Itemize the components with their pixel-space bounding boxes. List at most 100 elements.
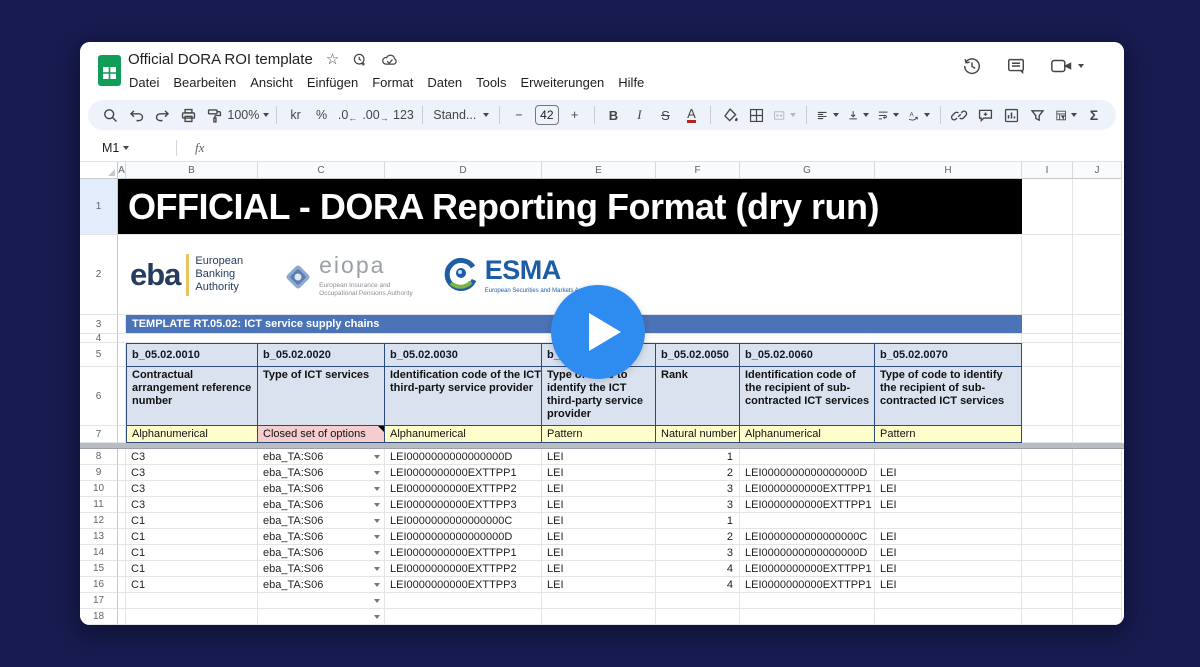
cloud-status-icon[interactable] [381,52,399,68]
cell[interactable] [118,481,126,497]
cell[interactable] [118,545,126,561]
cell[interactable] [1022,367,1073,426]
cell[interactable] [118,426,126,443]
row-header[interactable]: 3 [80,315,118,334]
cell[interactable] [1073,497,1122,513]
dropdown-arrow-icon[interactable] [374,487,380,491]
comments-icon[interactable] [1006,56,1026,76]
cell[interactable]: eba_TA:S06 [258,465,385,481]
decrease-font-size-button[interactable]: − [507,103,531,127]
filter-icon[interactable] [1026,103,1050,127]
functions-button[interactable]: Σ [1082,103,1106,127]
row-header[interactable]: 12 [80,513,118,529]
star-icon[interactable]: ☆ [326,52,339,67]
cell[interactable]: eba_TA:S06 [258,529,385,545]
cell[interactable] [118,367,126,426]
cell[interactable] [1022,529,1073,545]
cell[interactable] [1022,561,1073,577]
cell[interactable] [1073,343,1122,367]
cell[interactable]: LEI0000000000000000C [385,513,542,529]
row-header[interactable]: 9 [80,465,118,481]
cell[interactable] [1073,315,1122,334]
type-cell[interactable]: Closed set of options [258,426,385,443]
cell[interactable]: eba_TA:S06 [258,449,385,465]
cell[interactable]: eba_TA:S06 [258,577,385,593]
cell[interactable] [118,529,126,545]
text-rotation-icon[interactable]: A [904,103,932,127]
row-header[interactable]: 8 [80,449,118,465]
cell[interactable] [1073,545,1122,561]
cell[interactable]: C1 [126,513,258,529]
cell[interactable]: 1 [656,449,740,465]
row-header[interactable]: 16 [80,577,118,593]
cell[interactable] [875,609,1022,625]
cell[interactable] [118,315,126,334]
cell[interactable]: LEI [542,513,656,529]
cell[interactable] [1022,513,1073,529]
row-header[interactable]: 13 [80,529,118,545]
dropdown-arrow-icon[interactable] [374,551,380,555]
cell[interactable]: 4 [656,577,740,593]
cell[interactable]: LEI0000000000EXTTPP1 [740,481,875,497]
column-header-a[interactable]: A [118,162,126,179]
dropdown-arrow-icon[interactable] [374,599,380,603]
select-all-corner[interactable] [80,162,118,179]
cell[interactable]: eba_TA:S06 [258,481,385,497]
merge-cells-icon[interactable] [770,103,798,127]
cell[interactable]: LEI [542,561,656,577]
cell[interactable] [656,609,740,625]
dropdown-arrow-icon[interactable] [374,583,380,587]
decrease-decimal-button[interactable]: .0← [336,103,360,127]
cell[interactable] [1073,481,1122,497]
row-header[interactable]: 4 [80,334,118,343]
cell[interactable]: LEI [875,545,1022,561]
menu-bearbeiten[interactable]: Bearbeiten [166,72,243,93]
cell[interactable] [740,593,875,609]
cell[interactable] [542,609,656,625]
font-select[interactable]: Stand... [430,103,492,127]
cell[interactable] [1022,235,1073,315]
zoom-select[interactable]: 100% [228,103,269,127]
cell[interactable] [118,343,126,367]
badge-icon[interactable] [352,52,368,68]
column-header-c[interactable]: C [258,162,385,179]
cell[interactable]: C3 [126,481,258,497]
insert-link-icon[interactable] [948,103,972,127]
cell[interactable] [1022,343,1073,367]
cell[interactable]: 3 [656,481,740,497]
cell[interactable] [1073,426,1122,443]
filter-views-icon[interactable] [1052,103,1080,127]
cell[interactable]: LEI [875,497,1022,513]
cell[interactable]: C1 [126,545,258,561]
cell[interactable] [118,513,126,529]
cell[interactable]: LEI [875,529,1022,545]
cell[interactable]: LEI [542,577,656,593]
insert-comment-icon[interactable] [974,103,998,127]
cell[interactable]: LEI [875,561,1022,577]
row-header[interactable]: 5 [80,343,118,367]
cell[interactable]: C1 [126,561,258,577]
cell[interactable]: LEI [542,465,656,481]
type-cell[interactable]: Pattern [542,426,656,443]
cell[interactable] [258,609,385,625]
type-cell[interactable]: Alphanumerical [385,426,542,443]
column-header-e[interactable]: E [542,162,656,179]
type-cell[interactable]: Natural number [656,426,740,443]
italic-button[interactable]: I [627,103,651,127]
header-code-cell[interactable]: b_05.02.0020 [258,343,385,367]
vertical-align-icon[interactable] [844,103,872,127]
cell[interactable]: LEI [542,449,656,465]
cell[interactable] [1073,529,1122,545]
horizontal-align-icon[interactable] [813,103,841,127]
cell[interactable]: C1 [126,529,258,545]
column-header-g[interactable]: G [740,162,875,179]
row-header[interactable]: 1 [80,179,118,235]
cell[interactable] [1022,481,1073,497]
version-history-icon[interactable] [962,56,982,76]
cell[interactable] [118,497,126,513]
cell[interactable] [1073,577,1122,593]
cell[interactable] [740,513,875,529]
cell[interactable] [1022,465,1073,481]
column-header-b[interactable]: B [126,162,258,179]
cell[interactable] [118,561,126,577]
